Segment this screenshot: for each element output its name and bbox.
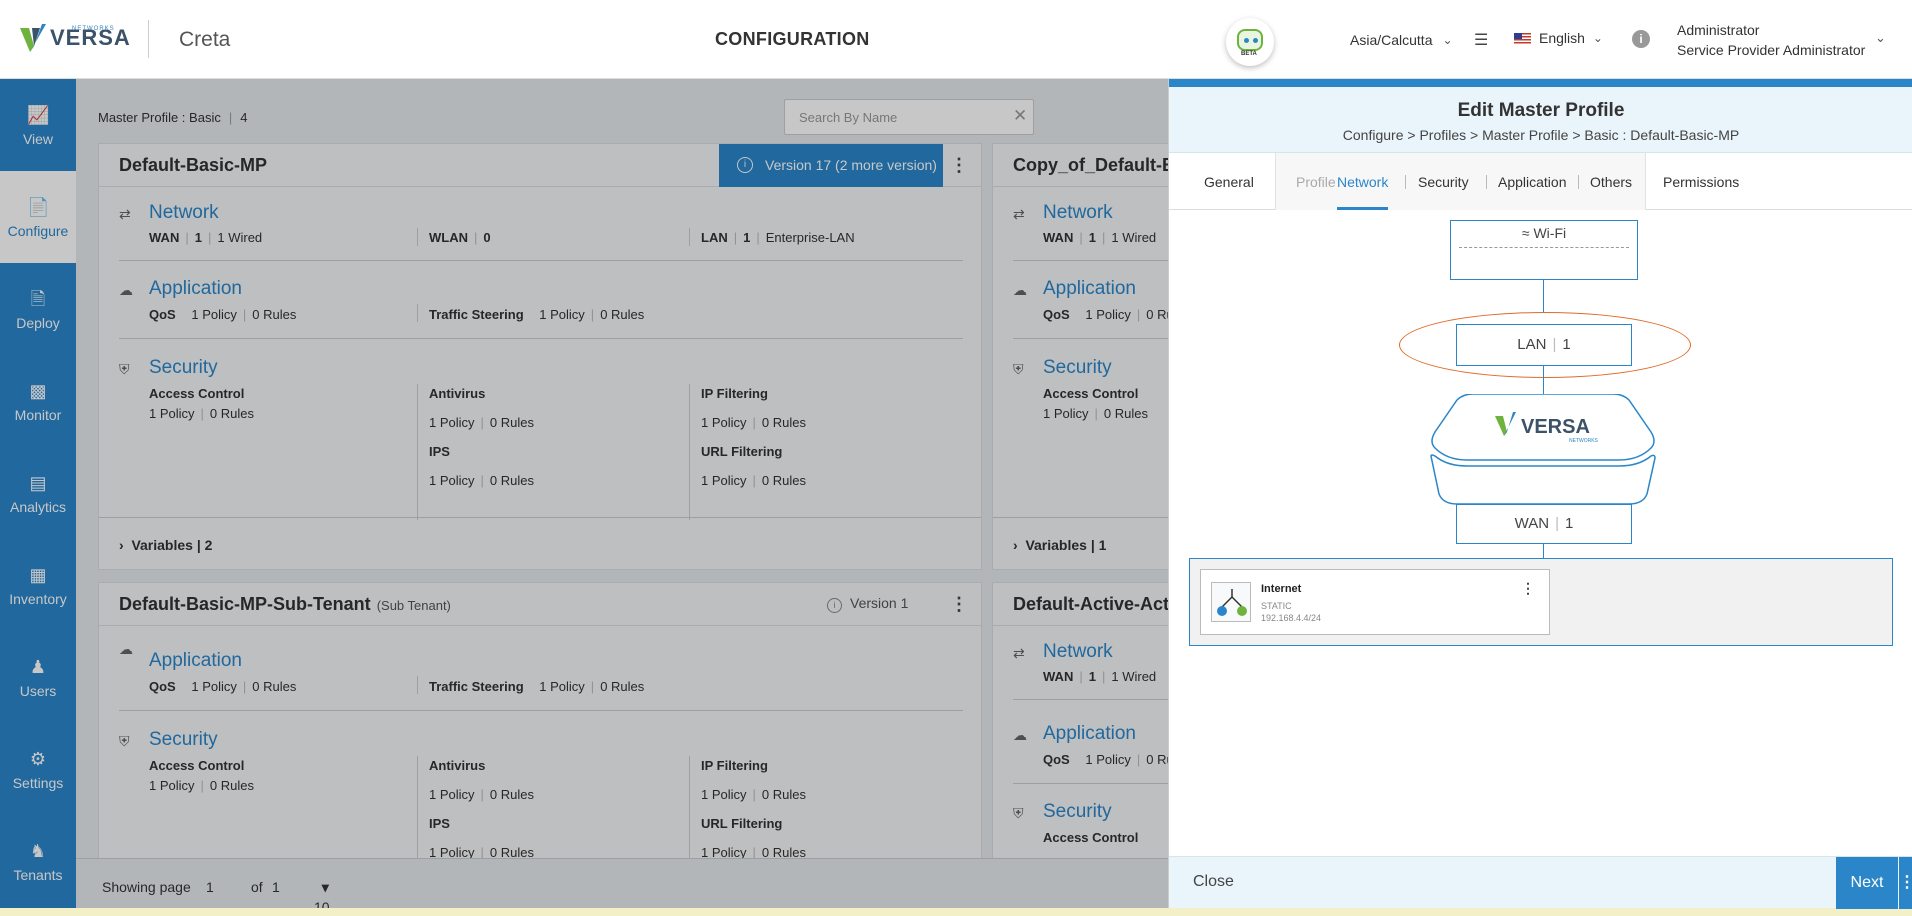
edit-master-profile-panel: Edit Master Profile Configure > Profiles… [1168, 79, 1912, 909]
beta-badge: BETA [1241, 51, 1257, 57]
device-brand-sub: NETWORKS [1569, 438, 1599, 444]
device-brand: VERSA [1521, 416, 1590, 438]
tab-permissions[interactable]: Permissions [1663, 153, 1739, 210]
bot-eye-left [1244, 38, 1249, 43]
bottom-strip [0, 908, 1912, 916]
user-menu[interactable]: Administrator Service Provider Administr… [1677, 20, 1865, 60]
versa-device-icon[interactable]: VERSA NETWORKS [1429, 394, 1657, 506]
tab-bar: General Profile Network Security Applica… [1169, 153, 1912, 210]
tab-network[interactable]: Network [1337, 153, 1389, 210]
language-value: English [1539, 30, 1585, 46]
more-actions-icon[interactable]: ⋮ [1899, 857, 1912, 909]
tab-separator [1405, 175, 1406, 189]
us-flag-icon [1514, 32, 1531, 44]
wifi-icon: ≈ [1521, 225, 1530, 241]
chevron-down-icon: ⌄ [1592, 31, 1603, 45]
tab-group: Profile Network Security Application Oth… [1275, 153, 1646, 210]
tab-profile[interactable]: Profile [1296, 153, 1336, 210]
assistant-bot-button[interactable]: BETA [1226, 18, 1274, 66]
language-selector[interactable]: English ⌄ [1514, 30, 1603, 46]
next-button[interactable]: Next [1836, 857, 1898, 909]
info-icon[interactable]: i [1632, 30, 1650, 48]
tab-general[interactable]: General [1204, 153, 1254, 210]
timezone-selector[interactable]: Asia/Calcutta ⌄ [1350, 32, 1453, 48]
wan-link-card[interactable]: Internet STATIC 192.168.4.4/24 ⋮ [1200, 569, 1550, 635]
versa-logo-icon [20, 24, 46, 52]
wan-links-area: Internet STATIC 192.168.4.4/24 ⋮ [1189, 558, 1893, 646]
task-list-icon[interactable]: ☰ [1474, 30, 1488, 50]
bot-icon [1237, 29, 1263, 51]
tab-security[interactable]: Security [1418, 153, 1469, 210]
panel-footer: Close Next ⋮ [1169, 856, 1912, 909]
app-header: VERSA NETWORKS Creta CONFIGURATION BETA … [0, 0, 1912, 79]
wan-link-type: STATIC [1261, 601, 1292, 611]
brand-sub: NETWORKS [72, 26, 115, 32]
wan-link-menu-icon[interactable]: ⋮ [1521, 580, 1535, 597]
wan-link-ip: 192.168.4.4/24 [1261, 613, 1322, 623]
connector-line [1543, 366, 1544, 394]
chevron-down-icon[interactable]: ⌄ [1875, 30, 1886, 46]
wifi-divider [1459, 247, 1629, 248]
bot-eye-right [1253, 38, 1258, 43]
tab-separator [1578, 175, 1579, 189]
internet-link-icon [1211, 582, 1251, 622]
lan-box[interactable]: LAN | 1 [1456, 324, 1632, 366]
tab-others[interactable]: Others [1590, 153, 1632, 210]
network-diagram: ≈ Wi-Fi LAN | 1 VERSA NETWORKS WAN | 1 I… [1169, 210, 1912, 850]
connector-line [1543, 280, 1544, 312]
header-divider [148, 20, 149, 58]
connector-line [1543, 544, 1544, 558]
tab-separator [1486, 175, 1487, 189]
panel-accent-bar [1169, 79, 1912, 87]
router-graphic [1217, 589, 1247, 616]
wifi-heading: ≈ Wi-Fi [1521, 225, 1567, 241]
close-button[interactable]: Close [1193, 873, 1234, 891]
wan-box[interactable]: WAN | 1 [1456, 504, 1632, 544]
user-name: Administrator [1677, 22, 1760, 38]
page-title: CONFIGURATION [715, 29, 870, 49]
modal-backdrop[interactable] [0, 79, 1168, 916]
timezone-value: Asia/Calcutta [1350, 32, 1433, 48]
wan-link-name: Internet [1261, 583, 1302, 595]
tenant-name: Creta [179, 28, 231, 51]
panel-title: Edit Master Profile [1457, 100, 1625, 121]
panel-breadcrumb: Configure > Profiles > Master Profile > … [1342, 127, 1740, 143]
panel-header: Edit Master Profile Configure > Profiles… [1169, 87, 1912, 153]
user-role: Service Provider Administrator [1677, 42, 1866, 58]
wifi-box[interactable]: ≈ Wi-Fi [1450, 220, 1638, 280]
tab-application[interactable]: Application [1498, 153, 1567, 210]
chevron-down-icon: ⌄ [1442, 33, 1453, 47]
